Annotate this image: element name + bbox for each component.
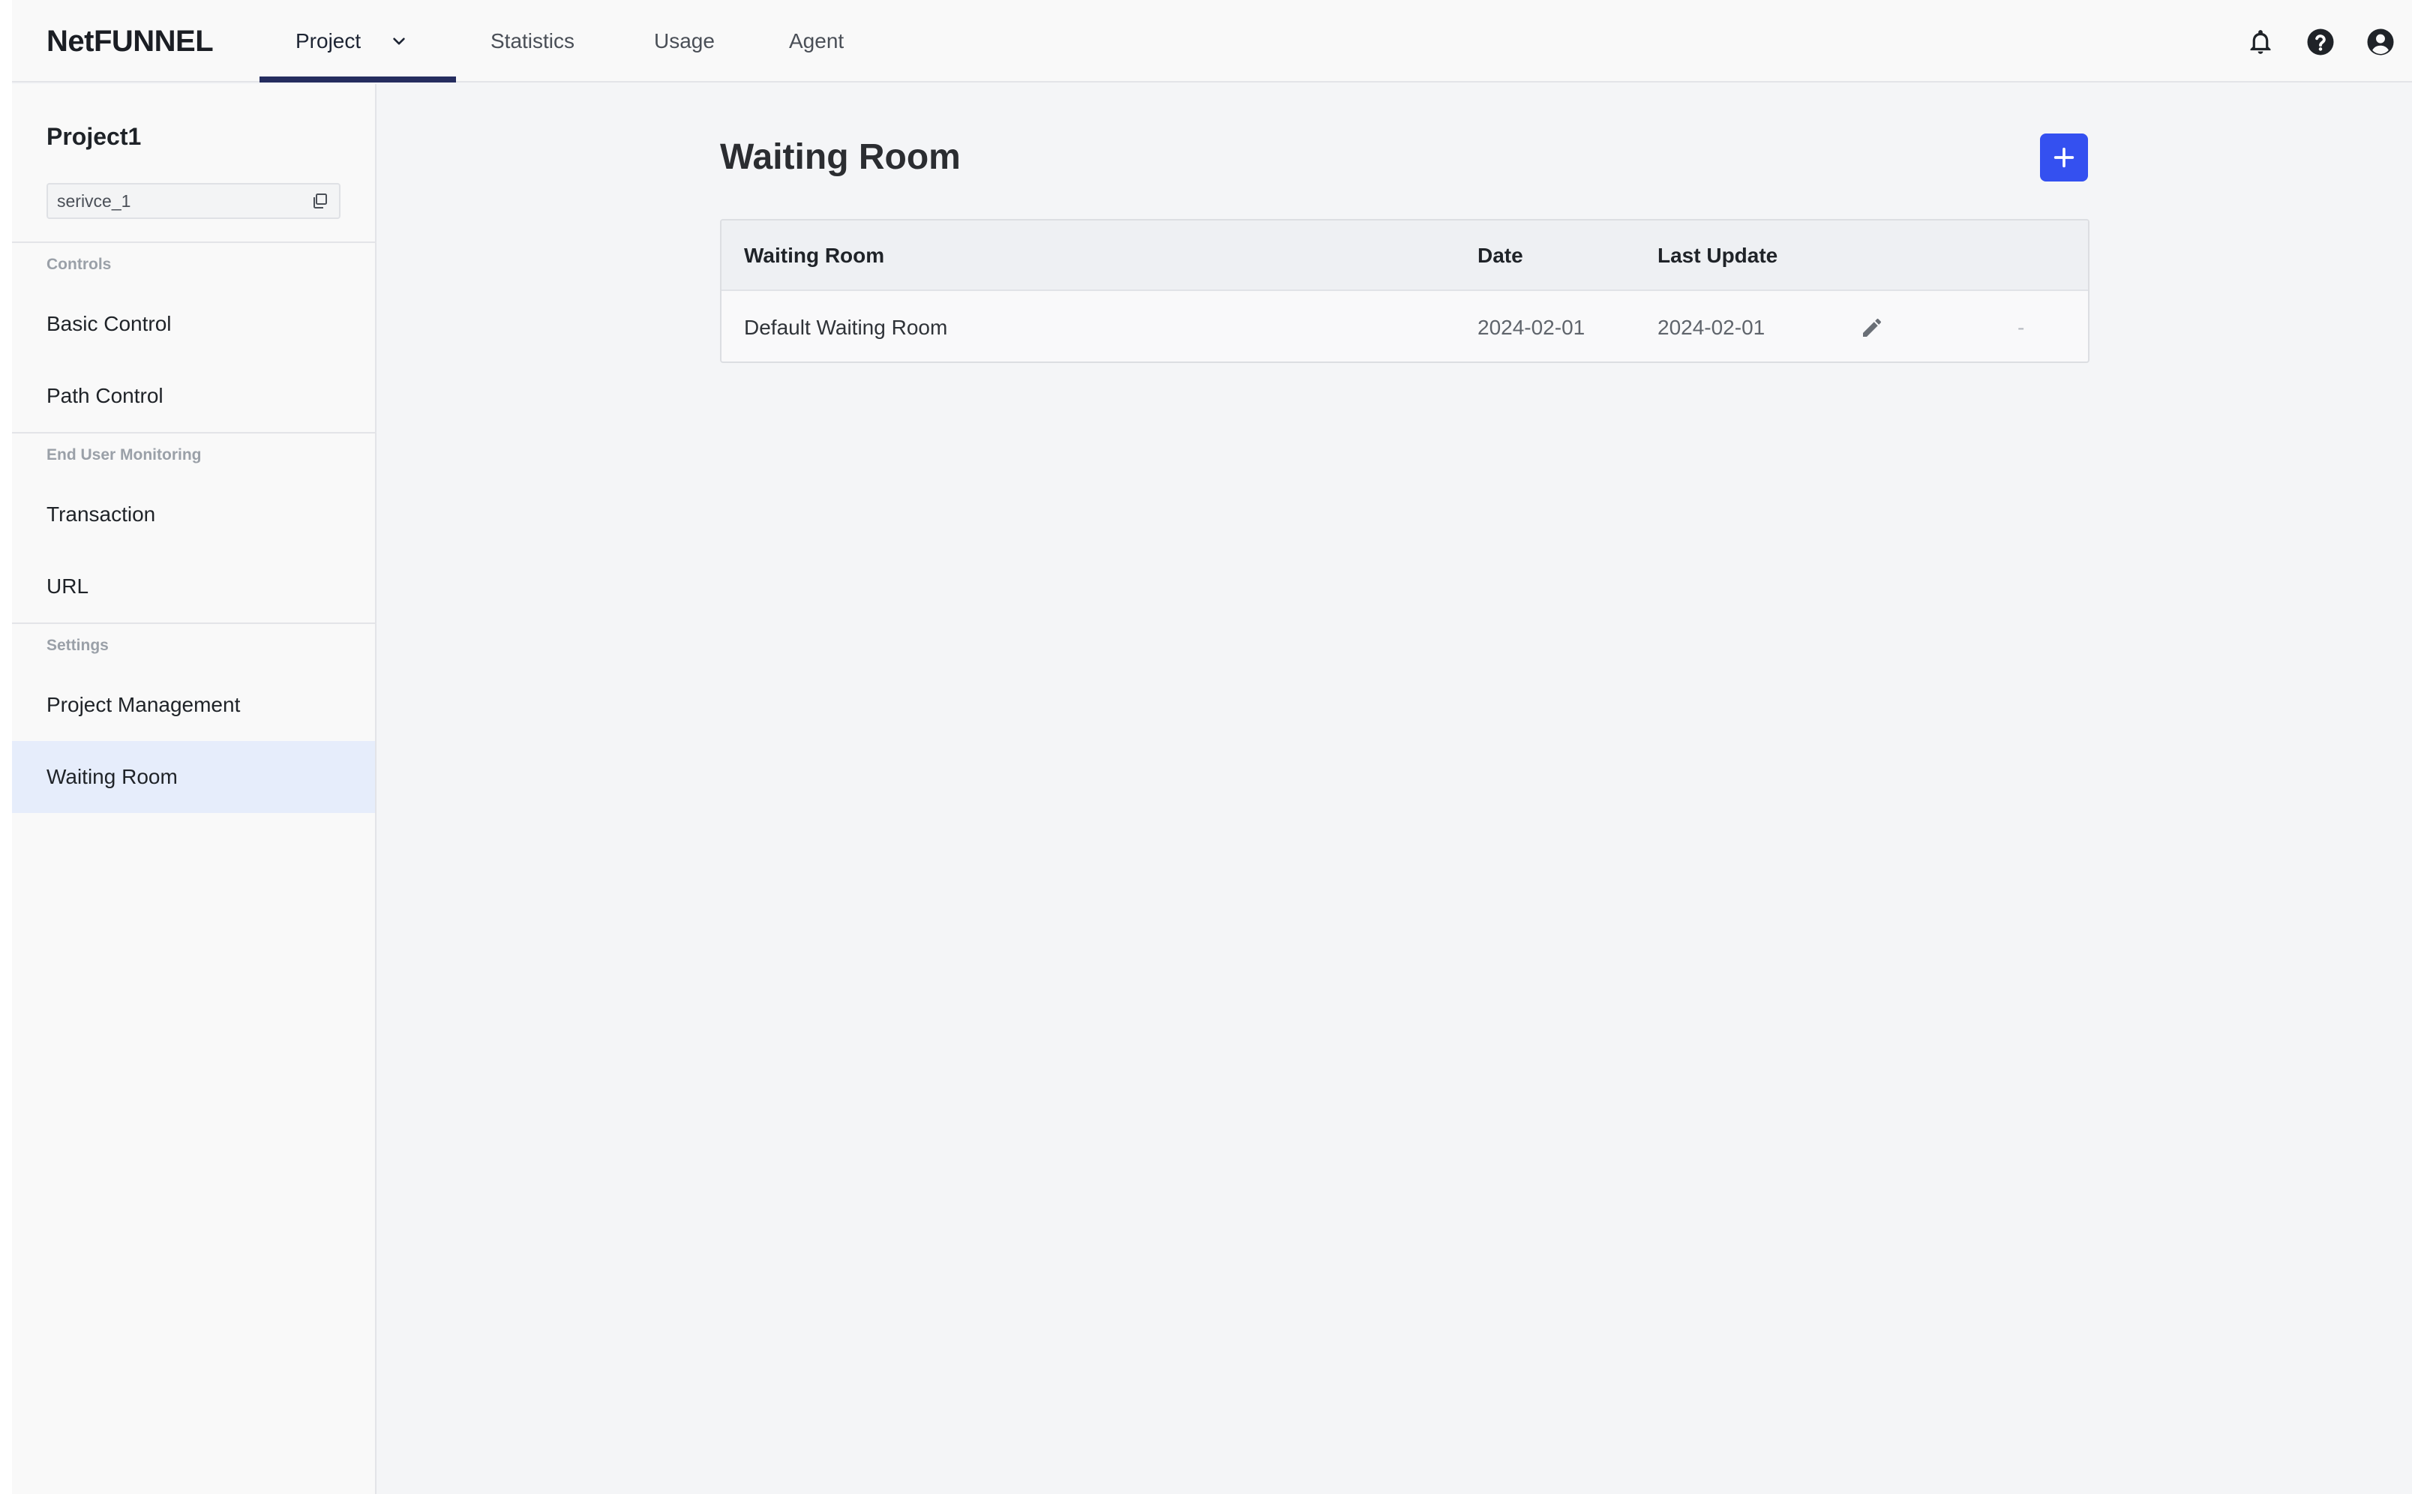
logo: NetFUNNEL [46, 25, 214, 58]
top-header: NetFUNNEL Project Statistics Usage Agent [12, 0, 2412, 82]
tab-project-label: Project [296, 29, 362, 52]
sidebar-item-project-management[interactable]: Project Management [12, 669, 375, 741]
cell-last-update: 2024-02-01 [1658, 316, 1766, 339]
tab-usage[interactable]: Usage [654, 0, 715, 82]
sidebar-item-path-control[interactable]: Path Control [12, 360, 375, 432]
sidebar: Project1 serivce_1 Controls Basic Contro… [12, 84, 376, 1494]
table-row[interactable]: Default Waiting Room 2024-02-01 2024-02-… [722, 292, 2088, 362]
service-id-field: serivce_1 [46, 183, 340, 219]
section-label-settings: Settings [46, 637, 109, 654]
sidebar-item-basic-control[interactable]: Basic Control [12, 288, 375, 360]
section-divider [12, 242, 376, 243]
waiting-room-table: Waiting Room Date Last Update Default Wa… [720, 219, 2090, 363]
tab-agent[interactable]: Agent [789, 0, 844, 82]
section-divider [12, 432, 376, 434]
cell-waiting-room-name[interactable]: Default Waiting Room [744, 292, 947, 362]
section-label-end-user-monitoring: End User Monitoring [46, 446, 202, 464]
section-divider [12, 622, 376, 624]
sidebar-item-transaction[interactable]: Transaction [12, 478, 375, 550]
cell-date: 2024-02-01 [1478, 316, 1586, 339]
cell-extra: - [2018, 316, 2025, 339]
service-id-text: serivce_1 [57, 190, 131, 211]
tab-statistics[interactable]: Statistics [490, 0, 574, 82]
tab-project[interactable]: Project [260, 0, 456, 82]
sidebar-item-url[interactable]: URL [12, 550, 375, 622]
chevron-down-icon [391, 33, 407, 50]
project-name: Project1 [46, 123, 142, 150]
section-label-controls: Controls [46, 256, 112, 273]
app-root: NetFUNNEL Project Statistics Usage Agent… [12, 0, 2412, 1494]
page-title: Waiting Room [720, 137, 961, 177]
plus-icon [2054, 147, 2074, 168]
table-header: Waiting Room Date Last Update [722, 220, 2088, 291]
column-header-waiting-room[interactable]: Waiting Room [744, 220, 884, 291]
edit-icon[interactable] [1860, 292, 1884, 362]
copy-icon[interactable] [310, 192, 328, 210]
bell-icon[interactable] [2244, 26, 2277, 58]
account-icon[interactable] [2364, 26, 2397, 58]
sidebar-item-waiting-room[interactable]: Waiting Room [12, 741, 375, 813]
column-header-date[interactable]: Date [1478, 220, 1523, 291]
help-icon[interactable] [2304, 26, 2337, 58]
add-waiting-room-button[interactable] [2040, 134, 2088, 182]
column-header-last-update[interactable]: Last Update [1658, 220, 1778, 291]
